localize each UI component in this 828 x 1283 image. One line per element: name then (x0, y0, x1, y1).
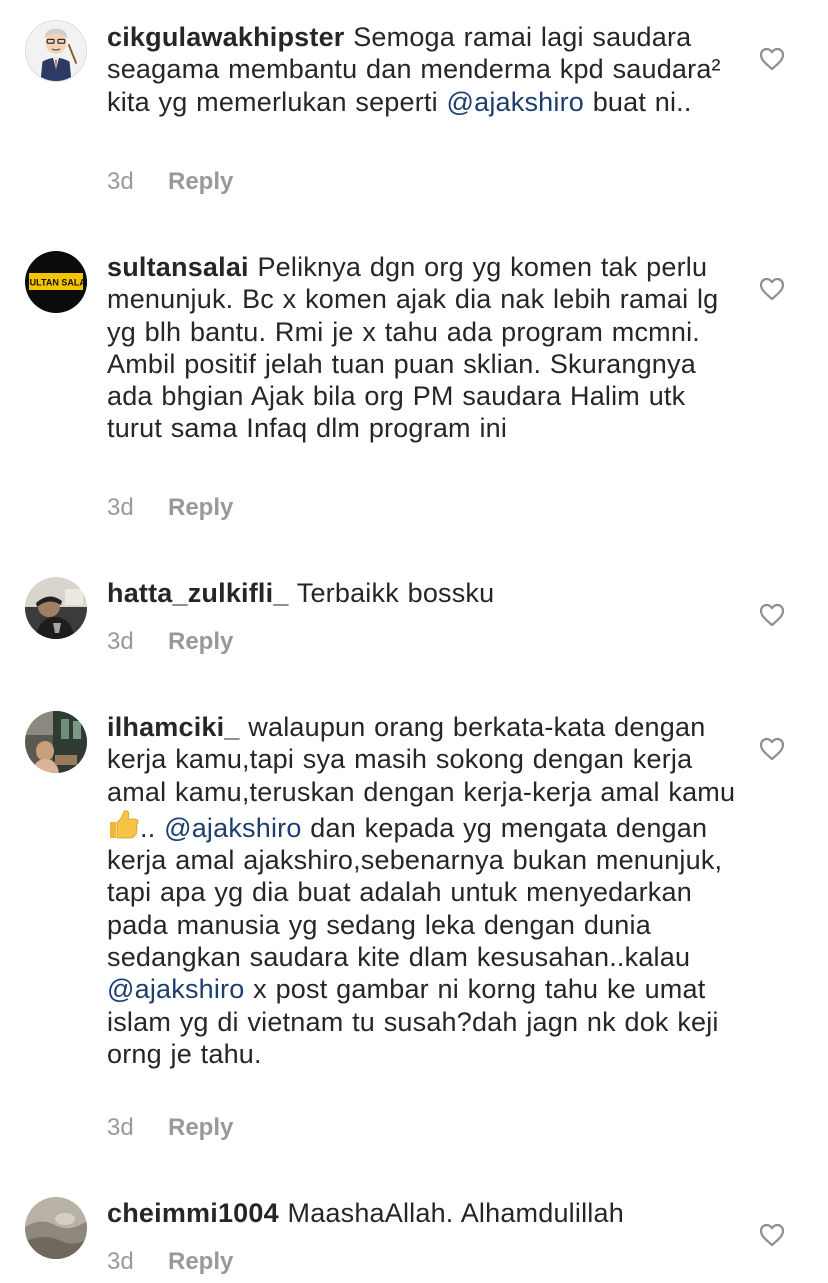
heart-outline-icon[interactable] (759, 47, 785, 71)
comment-text: cheimmi1004 MaashaAllah. Alhamdulillah (107, 1197, 737, 1229)
avatar[interactable] (25, 577, 87, 639)
comment-text-segment: MaashaAllah. Alhamdulillah (287, 1198, 624, 1228)
photo-avatar-icon (25, 1197, 87, 1259)
avatar[interactable] (25, 20, 87, 82)
comment-username[interactable]: cikgulawakhipster (107, 22, 345, 52)
avatar[interactable]: SULTAN SALAI (25, 251, 87, 313)
comment-meta: 3d Reply (107, 628, 233, 656)
comment-timestamp: 3d (107, 494, 134, 521)
comment-text: cikgulawakhipster Semoga ramai lagi saud… (107, 21, 737, 118)
heart-outline-icon[interactable] (759, 277, 785, 301)
cartoon-teacher-avatar-icon (26, 21, 86, 81)
mention-link[interactable]: @ajakshiro (164, 813, 301, 843)
reply-button[interactable]: Reply (168, 628, 233, 655)
heart-outline-icon[interactable] (759, 603, 785, 627)
logo-text: SULTAN SALAI (25, 278, 87, 288)
comment-timestamp: 3d (107, 628, 134, 655)
comment-username[interactable]: ilhamciki_ (107, 712, 240, 742)
heart-outline-icon[interactable] (759, 737, 785, 761)
mention-link[interactable]: @ajakshiro (107, 974, 244, 1004)
comment-text-segment: .. (140, 812, 165, 843)
avatar[interactable] (25, 1197, 87, 1259)
comment-text: ilhamciki_ walaupun orang berkata-kata d… (107, 711, 737, 1070)
reply-button[interactable]: Reply (168, 494, 233, 521)
comment-username[interactable]: cheimmi1004 (107, 1198, 279, 1228)
heart-outline-icon[interactable] (759, 1223, 785, 1247)
comment-meta: 3d Reply (107, 168, 233, 196)
comment-text-segment: buat ni.. (584, 86, 692, 117)
reply-button[interactable]: Reply (168, 1248, 233, 1275)
comment-username[interactable]: hatta_zulkifli_ (107, 578, 289, 608)
photo-avatar-icon (25, 577, 87, 639)
comment-timestamp: 3d (107, 1114, 134, 1141)
reply-button[interactable]: Reply (168, 168, 233, 195)
comment-username[interactable]: sultansalai (107, 252, 249, 282)
comment-timestamp: 3d (107, 168, 134, 195)
photo-avatar-icon (25, 711, 87, 773)
comment-timestamp: 3d (107, 1248, 134, 1275)
comment-meta: 3d Reply (107, 1248, 233, 1276)
comment-meta: 3d Reply (107, 494, 233, 522)
comment-text: hatta_zulkifli_ Terbaikk bossku (107, 577, 737, 609)
thumbs-up-emoji-icon (107, 808, 140, 841)
sultan-salai-logo-icon: SULTAN SALAI (25, 251, 87, 313)
comment-meta: 3d Reply (107, 1114, 233, 1142)
avatar[interactable] (25, 711, 87, 773)
mention-link[interactable]: @ajakshiro (447, 87, 584, 117)
reply-button[interactable]: Reply (168, 1114, 233, 1141)
comment-text: sultansalai Peliknya dgn org yg komen ta… (107, 251, 737, 445)
comment-text-segment: Terbaikk bossku (296, 578, 495, 608)
